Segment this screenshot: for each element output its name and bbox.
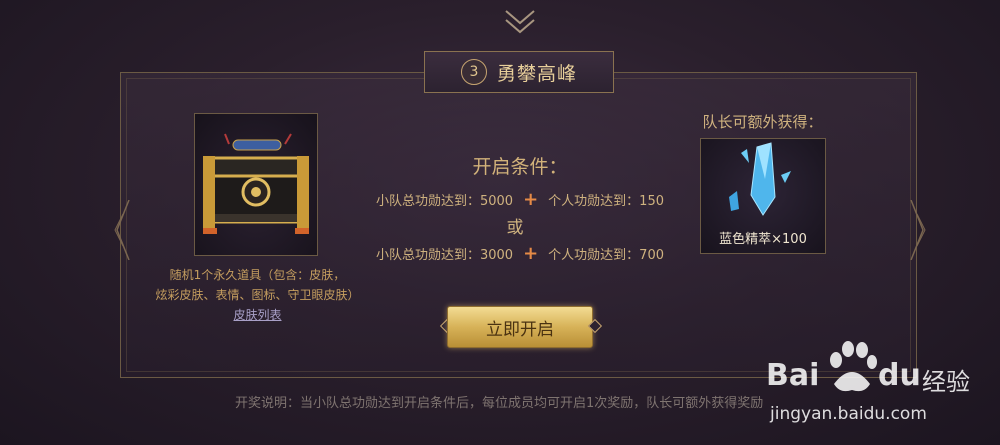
- stage-number-badge: 3: [460, 59, 487, 85]
- leader-bonus-title: 队长可额外获得：: [702, 113, 823, 131]
- blue-crystal-icon: [729, 142, 791, 216]
- baidu-paw-icon: [830, 341, 877, 392]
- condition-or: 或: [506, 218, 524, 238]
- watermark-brand-left: Bai: [766, 358, 820, 393]
- condition-team-1: 小队总功勋达到：5000: [375, 194, 514, 209]
- reward-caption-line1: 随机1个永久道具（包含：皮肤，: [169, 268, 346, 282]
- reward-image-box: [194, 113, 318, 256]
- reward-caption-line2: 炫彩皮肤、表情、图标、守卫眼皮肤）: [155, 288, 360, 302]
- watermark-url: jingyan.baidu.com: [770, 404, 927, 424]
- leader-bonus-box: 蓝色精萃×100: [700, 138, 826, 254]
- baidu-watermark: Bai du 经验 jingyan.baidu.com: [766, 340, 986, 440]
- condition-personal-2: 个人功勋达到：700: [548, 248, 664, 263]
- stage-title: 勇攀高峰: [496, 62, 577, 85]
- condition-option-2: 小队总功勋达到：3000 + 个人功勋达到：700: [340, 243, 700, 264]
- reward-caption: 随机1个永久道具（包含：皮肤， 炫彩皮肤、表情、图标、守卫眼皮肤） 皮肤列表: [150, 265, 365, 325]
- left-ornament-icon: [114, 200, 130, 260]
- treasure-chest-icon: [203, 133, 309, 234]
- watermark-brand-cn: 经验: [922, 368, 970, 396]
- watermark-brand-right: du: [878, 358, 921, 393]
- condition-personal-1: 个人功勋达到：150: [548, 194, 664, 209]
- plus-icon: +: [523, 243, 539, 264]
- stage-title-box: 3 勇攀高峰: [424, 51, 614, 93]
- conditions-title: 开启条件：: [472, 156, 568, 178]
- leader-bonus-item: 蓝色精萃×100: [719, 232, 807, 247]
- condition-team-2: 小队总功勋达到：3000: [375, 248, 514, 263]
- plus-icon: +: [523, 189, 539, 210]
- chevron-down-icon: [505, 10, 535, 34]
- open-now-button[interactable]: 立即开启: [447, 306, 593, 348]
- condition-option-1: 小队总功勋达到：5000 + 个人功勋达到：150: [340, 189, 700, 210]
- footer-note: 开奖说明：当小队总功勋达到开启条件后，每位成员均可开启1次奖励，队长可额外获得奖…: [235, 396, 764, 411]
- skin-list-link[interactable]: 皮肤列表: [233, 308, 281, 322]
- right-ornament-icon: [910, 200, 926, 260]
